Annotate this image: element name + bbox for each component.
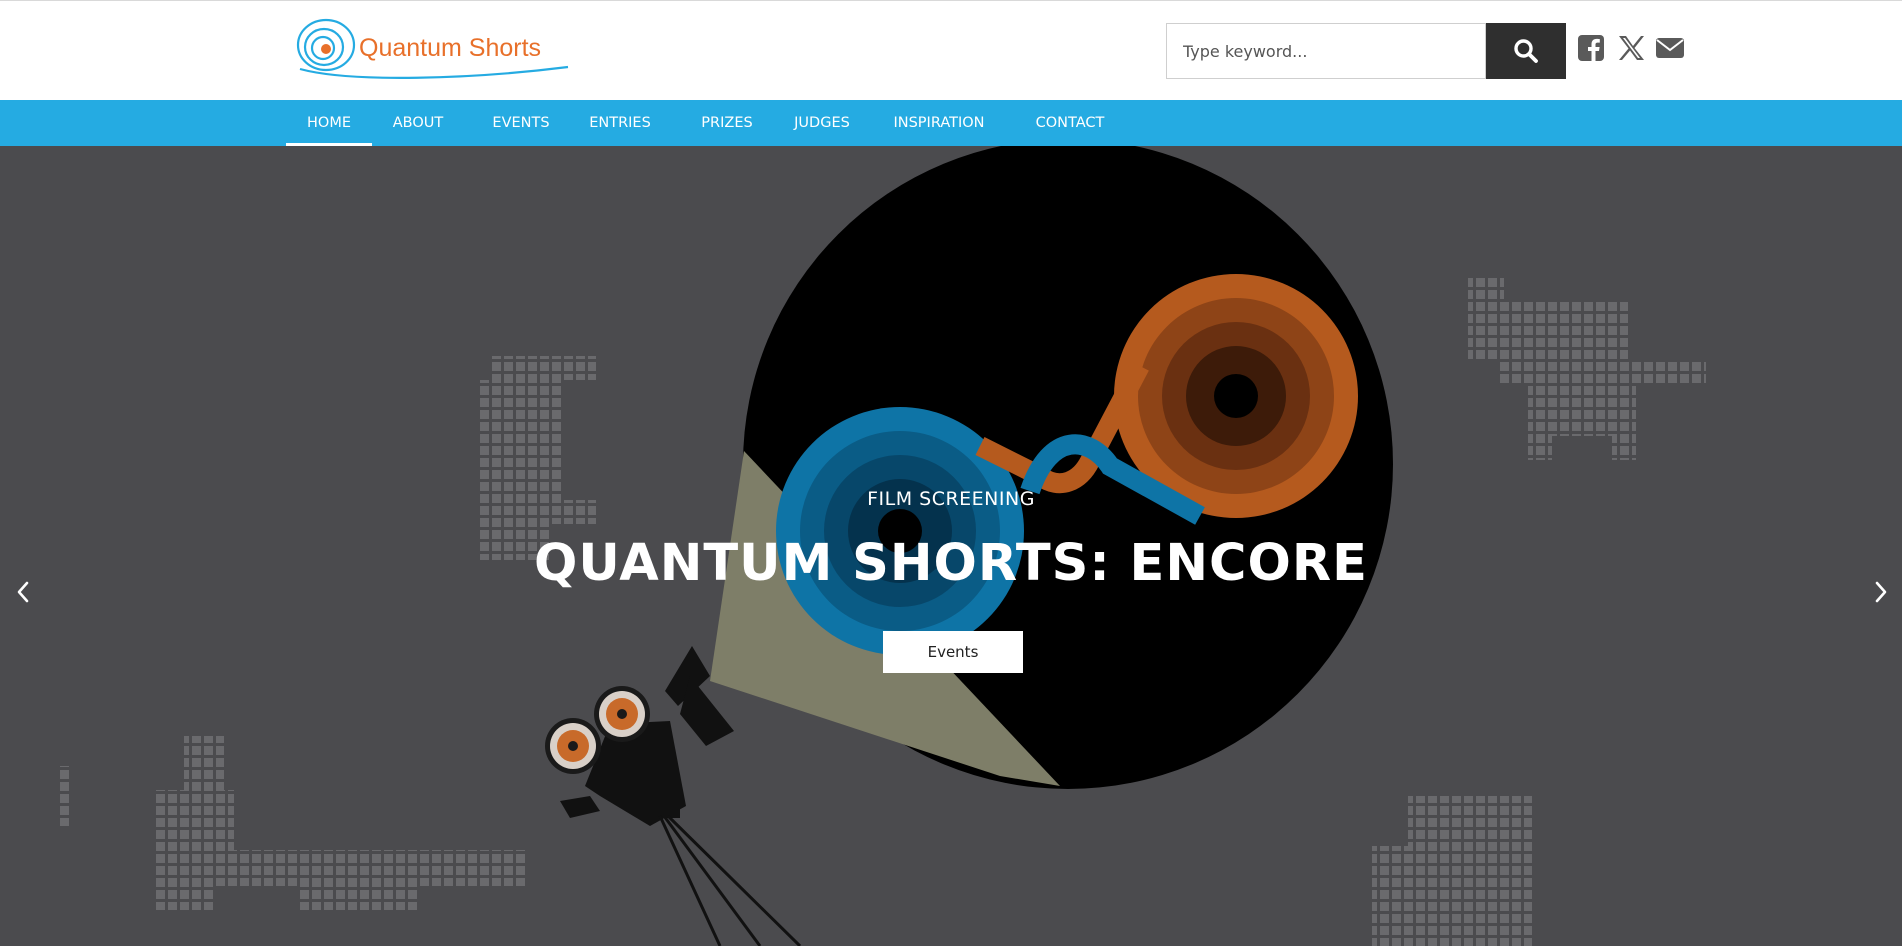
facebook-link[interactable] <box>1576 33 1606 63</box>
nav-about[interactable]: ABOUT <box>382 100 454 146</box>
search-icon <box>1514 39 1538 63</box>
slider-prev-button[interactable] <box>8 570 38 614</box>
chevron-left-icon <box>17 581 29 603</box>
hero-subtitle: FILM SCREENING <box>867 488 1035 510</box>
envelope-icon <box>1656 38 1684 58</box>
site-header: Quantum Shorts <box>0 0 1902 100</box>
site-logo[interactable]: Quantum Shorts <box>292 17 570 83</box>
email-link[interactable] <box>1655 33 1685 63</box>
logo-wordmark: Quantum Shorts <box>359 34 542 62</box>
x-icon <box>1619 36 1644 60</box>
search-box <box>1166 23 1486 79</box>
nav-prizes[interactable]: PRIZES <box>690 100 764 146</box>
nav-home[interactable]: HOME <box>286 100 372 146</box>
search-button[interactable] <box>1486 23 1566 79</box>
nav-entries[interactable]: ENTRIES <box>582 100 658 146</box>
search-input[interactable] <box>1167 24 1485 78</box>
nav-judges[interactable]: JUDGES <box>784 100 860 146</box>
events-button[interactable]: Events <box>883 631 1023 673</box>
hero-title: QUANTUM SHORTS: ENCORE <box>534 534 1368 593</box>
facebook-icon <box>1578 35 1604 61</box>
chevron-right-icon <box>1875 581 1887 603</box>
hero-slider: FILM SCREENING QUANTUM SHORTS: ENCORE Ev… <box>0 146 1902 946</box>
slider-next-button[interactable] <box>1866 570 1896 614</box>
x-link[interactable] <box>1616 33 1646 63</box>
nav-contact[interactable]: CONTACT <box>1028 100 1112 146</box>
nav-inspiration[interactable]: INSPIRATION <box>884 100 994 146</box>
nav-events[interactable]: EVENTS <box>484 100 558 146</box>
main-nav: HOME ABOUT EVENTS ENTRIES PRIZES JUDGES … <box>0 100 1902 146</box>
